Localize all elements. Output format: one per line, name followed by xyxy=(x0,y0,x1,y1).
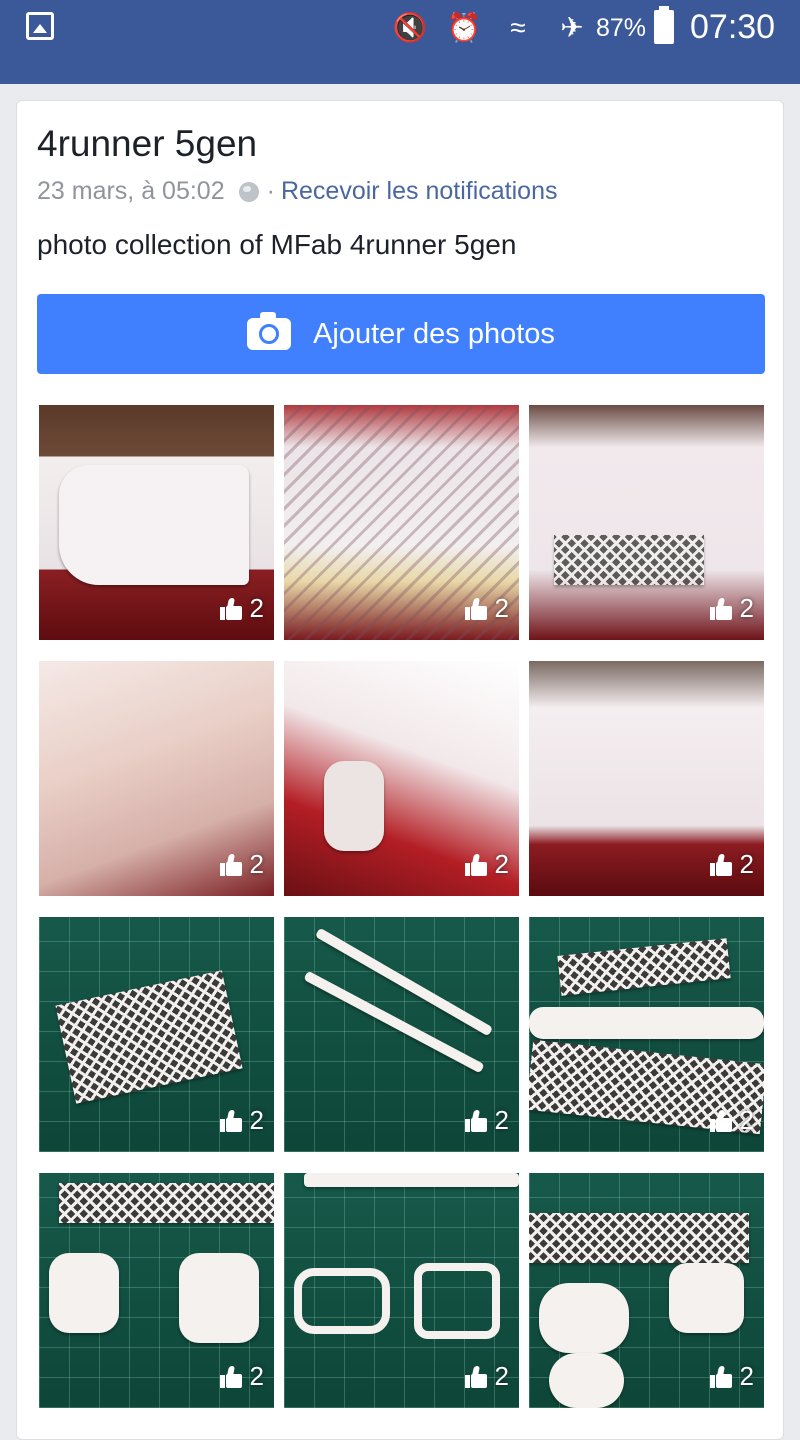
battery-percentage: 87% xyxy=(596,14,647,42)
like-icon xyxy=(219,1365,242,1388)
like-icon xyxy=(464,1365,487,1388)
wifi-icon: ≈ xyxy=(510,12,526,43)
clock: 07:30 xyxy=(690,8,776,46)
album-title: 4runner 5gen xyxy=(37,123,258,164)
status-icons: 🔇 ⏰ ≈ ✈ xyxy=(392,8,590,48)
album-description: photo collection of MFab 4runner 5gen xyxy=(37,229,517,260)
photo-tile[interactable]: 2 xyxy=(39,661,274,896)
photo-tile[interactable]: 2 xyxy=(529,405,764,640)
like-count: 2 xyxy=(709,849,754,880)
like-count: 2 xyxy=(464,593,509,624)
notifications-link[interactable]: Recevoir les notifications xyxy=(281,177,558,206)
gallery-icon xyxy=(26,12,54,40)
like-count: 2 xyxy=(219,593,264,624)
album-card: 4runner 5gen 23 mars, à 05:02 · Recevoir… xyxy=(16,100,784,1440)
photo-tile[interactable]: 2 xyxy=(39,917,274,1152)
like-icon xyxy=(219,597,242,620)
photo-tile[interactable]: 2 xyxy=(284,917,519,1152)
post-date[interactable]: 23 mars, à 05:02 xyxy=(37,177,225,206)
add-photos-label: Ajouter des photos xyxy=(313,317,555,350)
like-count: 2 xyxy=(709,1361,754,1392)
like-count: 2 xyxy=(219,1105,264,1136)
like-count: 2 xyxy=(709,593,754,624)
globe-icon xyxy=(238,181,259,202)
like-count: 2 xyxy=(464,1361,509,1392)
photo-tile[interactable]: 2 xyxy=(284,405,519,640)
like-icon xyxy=(219,853,242,876)
like-count: 2 xyxy=(219,1361,264,1392)
airplane-icon: ✈ xyxy=(560,12,584,43)
meta-separator: · xyxy=(266,177,275,205)
alarm-icon: ⏰ xyxy=(446,12,482,43)
photo-tile[interactable]: 2 xyxy=(39,405,274,640)
photo-tile[interactable]: 2 xyxy=(284,1173,519,1408)
like-icon xyxy=(464,853,487,876)
photo-tile[interactable]: 2 xyxy=(39,1173,274,1408)
nav-bar xyxy=(0,56,800,84)
camera-icon xyxy=(247,312,292,350)
like-icon xyxy=(464,597,487,620)
post-meta: 23 mars, à 05:02 · Recevoir les notifica… xyxy=(37,177,557,206)
like-icon xyxy=(219,1109,242,1132)
photo-tile[interactable]: 2 xyxy=(529,917,764,1152)
status-bar: 🔇 ⏰ ≈ ✈ 87% 07:30 xyxy=(0,0,800,56)
like-count: 2 xyxy=(464,1105,509,1136)
like-icon xyxy=(464,1109,487,1132)
photo-tile[interactable]: 2 xyxy=(529,1173,764,1408)
like-icon xyxy=(709,853,732,876)
like-icon xyxy=(709,1365,732,1388)
photo-tile[interactable]: 2 xyxy=(284,661,519,896)
like-count: 2 xyxy=(219,849,264,880)
photo-tile[interactable]: 2 xyxy=(529,661,764,896)
like-count: 2 xyxy=(709,1105,754,1136)
battery-icon xyxy=(654,6,674,44)
like-icon xyxy=(709,597,732,620)
add-photos-button[interactable]: Ajouter des photos xyxy=(37,294,765,374)
like-icon xyxy=(709,1109,732,1132)
mute-icon: 🔇 xyxy=(392,12,428,43)
like-count: 2 xyxy=(464,849,509,880)
